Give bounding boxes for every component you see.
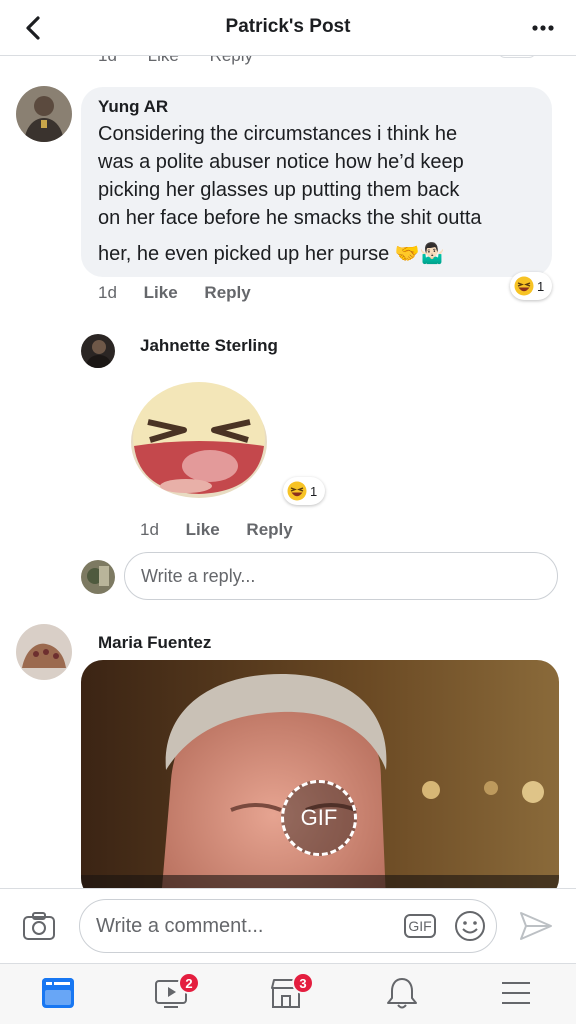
watch-badge: 2 xyxy=(178,972,200,994)
comment-composer: Write a comment... GIF xyxy=(0,888,576,963)
like-button[interactable]: Like xyxy=(186,520,220,539)
comment-author[interactable]: Yung AR xyxy=(98,97,552,117)
more-options-icon[interactable] xyxy=(528,14,558,42)
previous-reaction-badge[interactable] xyxy=(498,56,536,58)
like-button[interactable]: Like xyxy=(148,56,179,65)
comments-feed[interactable]: 1d Like Reply Yung AR Considering the ci… xyxy=(0,56,576,888)
reply-button[interactable]: Reply xyxy=(210,56,253,65)
bottom-tab-bar: 2 3 xyxy=(0,963,576,1024)
laughing-emoji-icon xyxy=(514,276,534,296)
comment-line: picking her glasses up putting them back xyxy=(98,179,460,201)
comment-bubble[interactable]: Yung AR Considering the circumstances i … xyxy=(81,87,552,277)
page-title: Patrick's Post xyxy=(225,16,351,37)
tab-menu[interactable] xyxy=(498,976,538,1012)
reply-button[interactable]: Reply xyxy=(204,283,250,302)
tab-news-feed[interactable] xyxy=(40,976,80,1012)
camera-icon[interactable] xyxy=(22,911,56,941)
reply-placeholder: Write a reply... xyxy=(141,565,256,586)
comment-line-last: her, he even picked up her purse 🤝🤷🏻‍♂️ xyxy=(98,239,552,268)
comment-time: 1d xyxy=(98,283,117,302)
comment-actions: 1d Like Reply xyxy=(98,283,273,303)
marketplace-badge: 3 xyxy=(292,972,314,994)
comment-line: her, he even picked up her purse xyxy=(98,243,390,265)
gif-button-label: GIF xyxy=(408,918,432,934)
comment-placeholder: Write a comment... xyxy=(96,914,264,937)
tab-notifications[interactable] xyxy=(384,976,424,1012)
post-header: Patrick's Post xyxy=(0,0,576,56)
previous-comment-actions: 1d Like Reply xyxy=(98,56,279,66)
current-user-avatar xyxy=(81,560,115,594)
reaction-count: 1 xyxy=(310,483,318,499)
gif-button[interactable]: GIF xyxy=(404,914,436,938)
laughing-emoji-icon xyxy=(287,481,307,501)
comment-actions: 1d Like Reply xyxy=(140,520,315,540)
menu-icon xyxy=(502,982,530,1004)
reply-button[interactable]: Reply xyxy=(246,520,292,539)
gif-label: GIF xyxy=(300,805,338,830)
comment-line: on her face before he smacks the shit ou… xyxy=(98,207,482,229)
laughing-sticker[interactable] xyxy=(128,374,270,500)
comment-time: 1d xyxy=(98,56,117,65)
news-feed-icon xyxy=(42,978,74,1008)
avatar[interactable] xyxy=(16,86,72,142)
like-button[interactable]: Like xyxy=(144,283,178,302)
emoji-icon[interactable] xyxy=(453,909,487,943)
avatar[interactable] xyxy=(81,334,115,368)
emoji-sequence: 🤝🤷🏻‍♂️ xyxy=(394,241,445,265)
tab-marketplace[interactable]: 3 xyxy=(268,972,314,1012)
gif-play-button[interactable]: GIF xyxy=(281,780,357,856)
reaction-count: 1 xyxy=(537,278,545,294)
comment-text: Considering the circumstances i think he… xyxy=(98,120,552,268)
avatar[interactable] xyxy=(16,624,72,680)
tab-watch[interactable]: 2 xyxy=(154,972,200,1012)
gif-media[interactable]: GIF xyxy=(81,660,559,888)
bell-icon xyxy=(387,978,417,1009)
send-icon[interactable] xyxy=(518,909,554,943)
reaction-badge[interactable]: 1 xyxy=(510,272,553,300)
reply-input[interactable]: Write a reply... xyxy=(124,552,558,600)
comment-line: was a polite abuser notice how he’d keep xyxy=(98,151,464,173)
comment-author[interactable]: Maria Fuentez xyxy=(98,633,211,653)
comment-time: 1d xyxy=(140,520,159,539)
reaction-badge[interactable]: 1 xyxy=(283,477,326,505)
comment-author[interactable]: Jahnette Sterling xyxy=(140,336,278,356)
comment-line: Considering the circumstances i think he xyxy=(98,123,458,145)
